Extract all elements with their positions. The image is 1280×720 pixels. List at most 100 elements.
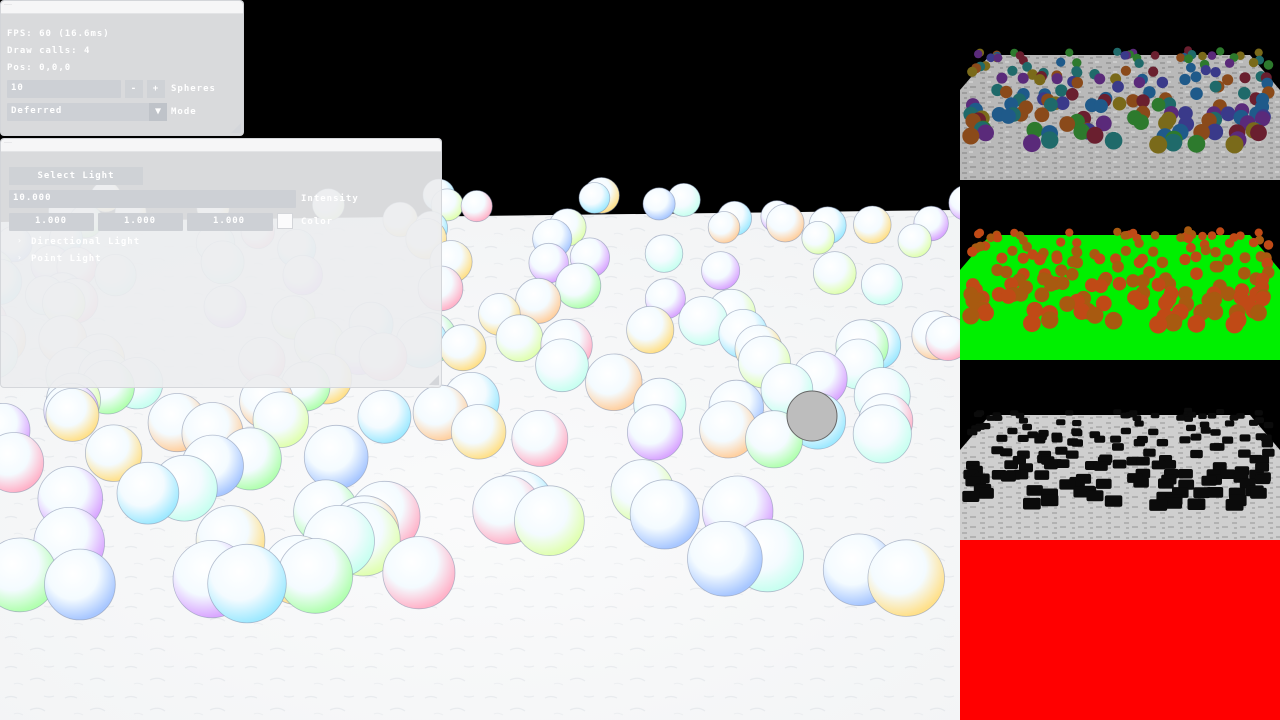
sphere [1059, 116, 1076, 132]
shadow-blob [1017, 434, 1029, 442]
sphere [801, 221, 835, 255]
sphere [765, 203, 805, 243]
sphere [1133, 76, 1146, 89]
decrement-button[interactable]: - [125, 80, 143, 98]
intensity-slider[interactable]: 10.000 [9, 190, 296, 208]
sphere [1148, 66, 1159, 77]
sphere [450, 404, 507, 460]
sphere [644, 234, 684, 273]
shadow-blob [1193, 487, 1210, 499]
resize-grip-icon[interactable] [231, 123, 241, 133]
shadow-blob [1051, 435, 1063, 443]
sphere [1210, 67, 1221, 78]
stats-panel-titlebar[interactable] [1, 1, 243, 14]
sphere [701, 251, 741, 291]
chevron-down-icon[interactable]: ▼ [149, 103, 167, 121]
shadow-blob [1198, 413, 1207, 419]
sphere [1190, 251, 1202, 263]
shadow-blob [993, 415, 1003, 421]
shadow-blob [1151, 460, 1166, 470]
intensity-label: Intensity [301, 194, 359, 204]
sphere [1149, 315, 1168, 334]
sphere-count-input[interactable]: 10 [7, 80, 121, 98]
sphere [1041, 311, 1059, 329]
shadow-blob [1044, 460, 1058, 470]
shadow-blob [1000, 471, 1016, 482]
sphere [1151, 97, 1166, 112]
chevron-right-icon[interactable]: › [17, 253, 22, 262]
sphere [967, 246, 978, 257]
shadow-blob [1065, 450, 1079, 459]
sphere [460, 190, 493, 223]
sphere [1134, 238, 1144, 248]
sphere [1200, 65, 1211, 76]
shadow-blob [973, 411, 983, 418]
render-mode-select[interactable]: Deferred ▼ [7, 103, 167, 121]
sphere [1066, 88, 1079, 101]
plus-icon: + [152, 84, 160, 94]
sphere [1086, 306, 1104, 324]
collapse-icon[interactable] [4, 4, 12, 9]
light-panel-titlebar[interactable] [1, 139, 441, 152]
shadow-blob [1059, 479, 1076, 490]
color-b-input[interactable]: 1.000 [187, 213, 273, 231]
tree-item-directional-light[interactable]: Directional Light [31, 237, 140, 248]
sphere [1136, 94, 1150, 108]
sphere [1023, 134, 1041, 153]
sphere [1056, 57, 1066, 67]
sphere [1055, 264, 1068, 277]
shadow-blob [1263, 422, 1274, 429]
sphere [1007, 245, 1018, 256]
resize-grip-icon[interactable] [429, 375, 439, 385]
sphere [897, 223, 932, 258]
shadow-blob [1179, 436, 1191, 444]
light-panel[interactable]: Select Light 10.000 Intensity 1.000 1.00… [0, 138, 442, 388]
sphere [1120, 51, 1129, 60]
shadow-blob [1136, 456, 1150, 466]
sphere [1034, 287, 1050, 303]
increment-button[interactable]: + [147, 80, 165, 98]
shadow-buffer-preview [960, 360, 1280, 540]
shadow-blob [1093, 461, 1108, 471]
shadow-blob [1239, 434, 1251, 442]
color-label: Color [301, 217, 334, 227]
color-swatch[interactable] [277, 213, 293, 229]
sphere [44, 548, 116, 621]
sphere [867, 539, 945, 617]
tree-item-point-light[interactable]: Point Light [31, 254, 102, 265]
sphere [977, 304, 994, 322]
shadow-blob [1071, 439, 1083, 447]
shadow-blob [1034, 470, 1050, 480]
stats-panel[interactable]: FPS: 60 (16.6ms) Draw calls: 4 Pos: 0,0,… [0, 0, 244, 136]
select-light-button[interactable]: Select Light [9, 167, 143, 185]
sphere [1164, 313, 1183, 332]
sphere [1239, 252, 1251, 264]
sphere [996, 252, 1008, 264]
shadow-blob [1034, 436, 1046, 444]
sphere [1198, 51, 1207, 61]
fps-readout: FPS: 60 (16.6ms) [7, 29, 110, 39]
color-g-input[interactable]: 1.000 [98, 213, 183, 231]
sphere [1112, 96, 1127, 111]
sphere [861, 263, 903, 306]
shadow-blob [1072, 429, 1083, 437]
shadow-blob [1250, 487, 1267, 499]
sphere [1017, 252, 1029, 264]
collapse-icon[interactable] [4, 142, 12, 147]
shadow-blob [1026, 485, 1043, 496]
color-r-input[interactable]: 1.000 [9, 213, 94, 231]
sphere [1149, 135, 1168, 154]
sphere [1066, 268, 1079, 281]
sphere [1187, 314, 1206, 333]
sphere [1248, 237, 1259, 248]
shadow-blob [1190, 449, 1203, 459]
shadow-blob [962, 490, 980, 502]
shadow-blob [1040, 494, 1059, 507]
shadow-blob [1238, 449, 1251, 458]
sphere [1000, 288, 1016, 304]
sphere [1250, 304, 1267, 322]
sphere [382, 536, 456, 610]
color-b-value: 1.000 [213, 216, 246, 226]
chevron-right-icon[interactable]: › [17, 236, 22, 245]
sphere [1065, 48, 1074, 57]
